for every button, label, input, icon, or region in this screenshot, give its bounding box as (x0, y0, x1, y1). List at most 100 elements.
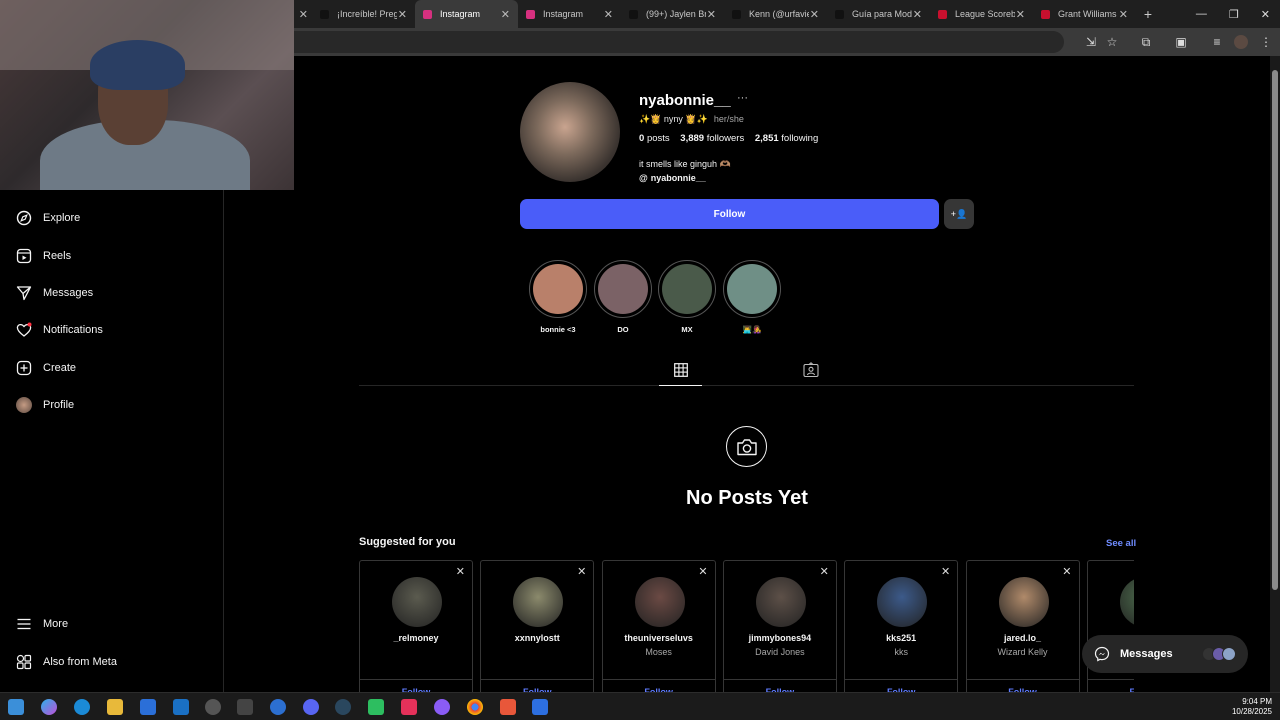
tab-close-button[interactable]: ✕ (294, 0, 312, 28)
tab-close-icon[interactable]: ✕ (913, 8, 922, 21)
media-controls-icon[interactable]: ≡ (1210, 35, 1224, 49)
suggested-username[interactable]: xxnnylostt (481, 633, 593, 643)
browser-tab[interactable]: League Scoreb ✕ (930, 0, 1033, 28)
more-options-icon[interactable]: ··· (737, 92, 748, 104)
suggested-account-card[interactable]: ✕ _relmoney Follow (359, 560, 473, 692)
file-explorer-icon[interactable] (107, 699, 123, 715)
dismiss-icon[interactable]: ✕ (1062, 565, 1071, 578)
avatar[interactable] (755, 577, 806, 627)
tab-close-icon[interactable]: ✕ (604, 8, 613, 21)
tiktok-icon[interactable] (401, 699, 417, 715)
scrollbar-thumb[interactable] (1272, 70, 1278, 590)
tab-close-icon[interactable]: ✕ (1119, 8, 1128, 21)
tab-close-icon[interactable]: ✕ (398, 8, 407, 21)
address-bar[interactable] (294, 31, 1064, 53)
minimize-icon[interactable]: — (1196, 8, 1207, 21)
sidebar-item-more[interactable]: More (16, 616, 68, 632)
app-icon[interactable] (532, 699, 548, 715)
browser-tab[interactable]: Instagram ✕ (415, 0, 518, 28)
outlook-icon[interactable] (173, 699, 189, 715)
restore-icon[interactable]: ❐ (1229, 8, 1239, 21)
suggested-account-card[interactable]: ✕ kks251 kks Follow (844, 560, 959, 692)
story-highlight[interactable]: MX (658, 260, 716, 334)
tab-tagged[interactable] (803, 362, 821, 378)
browser-tab[interactable]: Guía para Mod ✕ (827, 0, 930, 28)
xbox-icon[interactable] (205, 699, 221, 715)
see-all-link[interactable]: See all (1106, 538, 1136, 549)
sidebar-item-notifications[interactable]: Notifications (16, 322, 103, 338)
suggested-username[interactable]: kks251 (845, 633, 957, 643)
suggested-username[interactable]: jimmybones94 (724, 633, 836, 643)
close-window-icon[interactable]: ✕ (1261, 8, 1270, 21)
app-icon[interactable] (368, 699, 384, 715)
sidebar-item-create[interactable]: Create (16, 360, 76, 376)
browser-tab[interactable]: (99+) Jaylen Bro ✕ (621, 0, 724, 28)
tab-title: League Scoreb (955, 9, 1015, 19)
browser-profile-avatar[interactable] (1234, 35, 1248, 49)
discord-icon[interactable] (303, 699, 319, 715)
suggested-account-card[interactable]: ✕ xxnnylostt Follow (480, 560, 595, 692)
follow-button[interactable]: Follow (520, 199, 939, 229)
tab-close-icon[interactable]: ✕ (707, 8, 716, 21)
suggested-account-card[interactable]: ✕ theuniverseluvs Moses Follow (601, 560, 716, 692)
messages-drawer-button[interactable]: Messages (1082, 635, 1248, 673)
dismiss-icon[interactable]: ✕ (456, 565, 465, 578)
dismiss-icon[interactable]: ✕ (698, 565, 707, 578)
steam-icon[interactable] (335, 699, 351, 715)
story-highlight[interactable]: DO (594, 260, 652, 334)
avatar[interactable] (877, 577, 928, 627)
avatar[interactable] (392, 577, 442, 627)
sidebar-item-profile[interactable]: Profile (16, 397, 74, 413)
sidebar-item-explore[interactable]: Explore (16, 210, 80, 226)
new-tab-button[interactable]: + (1136, 6, 1160, 22)
sidebar-item-also-from-meta[interactable]: Also from Meta (16, 654, 117, 670)
dismiss-icon[interactable]: ✕ (820, 565, 829, 578)
browser-tab[interactable]: Kenn (@urfavie ✕ (724, 0, 827, 28)
browser-tab[interactable]: Grant Williams ✕ (1033, 0, 1136, 28)
suggested-username[interactable]: jared.lo_ (967, 633, 1079, 643)
suggested-username[interactable]: _relmoney (360, 633, 472, 643)
tab-close-icon[interactable]: ✕ (1016, 8, 1025, 21)
following-stat[interactable]: 2,851 following (755, 133, 818, 144)
story-highlight[interactable]: 👨‍💻👩‍🎤 (723, 260, 781, 334)
avatar[interactable] (1119, 577, 1134, 627)
app-icon[interactable] (270, 699, 286, 715)
bookmark-star-icon[interactable]: ☆ (1105, 35, 1119, 49)
side-panel-icon[interactable]: ▣ (1174, 35, 1188, 49)
epic-games-icon[interactable] (237, 699, 253, 715)
dismiss-icon[interactable]: ✕ (577, 565, 586, 578)
suggested-username[interactable]: theuniverseluvs (603, 633, 715, 643)
start-icon[interactable] (8, 699, 24, 715)
avatar[interactable] (634, 577, 685, 627)
tab-close-icon[interactable]: ✕ (501, 8, 510, 21)
avatar[interactable] (513, 577, 564, 627)
suggested-accounts-button[interactable]: +👤 (944, 199, 974, 229)
suggested-account-card[interactable]: ✕ jimmybones94 David Jones Follow (722, 560, 837, 692)
instagram-icon (526, 9, 535, 19)
tab-close-icon[interactable]: ✕ (810, 8, 819, 21)
tabs-divider (359, 385, 1134, 386)
threads-link[interactable]: @ nyabonnie__ (639, 173, 706, 183)
followers-stat[interactable]: 3,889 followers (680, 133, 744, 144)
chrome-icon[interactable] (467, 699, 483, 715)
browser-tab[interactable]: Instagram ✕ (518, 0, 621, 28)
app-icon[interactable] (434, 699, 450, 715)
copilot-icon[interactable] (41, 699, 57, 715)
browser-tab[interactable]: ¡Increíble! Preg ✕ (312, 0, 415, 28)
messenger-icon (1094, 646, 1110, 662)
story-highlight[interactable]: bonnie <3 (529, 260, 587, 334)
avatar[interactable] (998, 577, 1049, 627)
browser-menu-icon[interactable]: ⋮ (1259, 35, 1273, 49)
sidebar-item-reels[interactable]: Reels (16, 248, 71, 264)
edge-icon[interactable] (74, 699, 90, 715)
store-icon[interactable] (140, 699, 156, 715)
dismiss-icon[interactable]: ✕ (941, 565, 950, 578)
taskbar-clock[interactable]: 9:04 PM 10/28/2025 (1232, 697, 1272, 717)
app-icon[interactable] (500, 699, 516, 715)
profile-avatar[interactable] (520, 82, 620, 182)
extensions-icon[interactable]: ⧉ (1139, 35, 1153, 49)
tab-posts[interactable] (659, 360, 702, 386)
sidebar-item-messages[interactable]: Messages (16, 285, 93, 301)
suggested-account-card[interactable]: ✕ jared.lo_ Wizard Kelly Follow (965, 560, 1080, 692)
install-app-icon[interactable]: ⇲ (1084, 35, 1098, 49)
